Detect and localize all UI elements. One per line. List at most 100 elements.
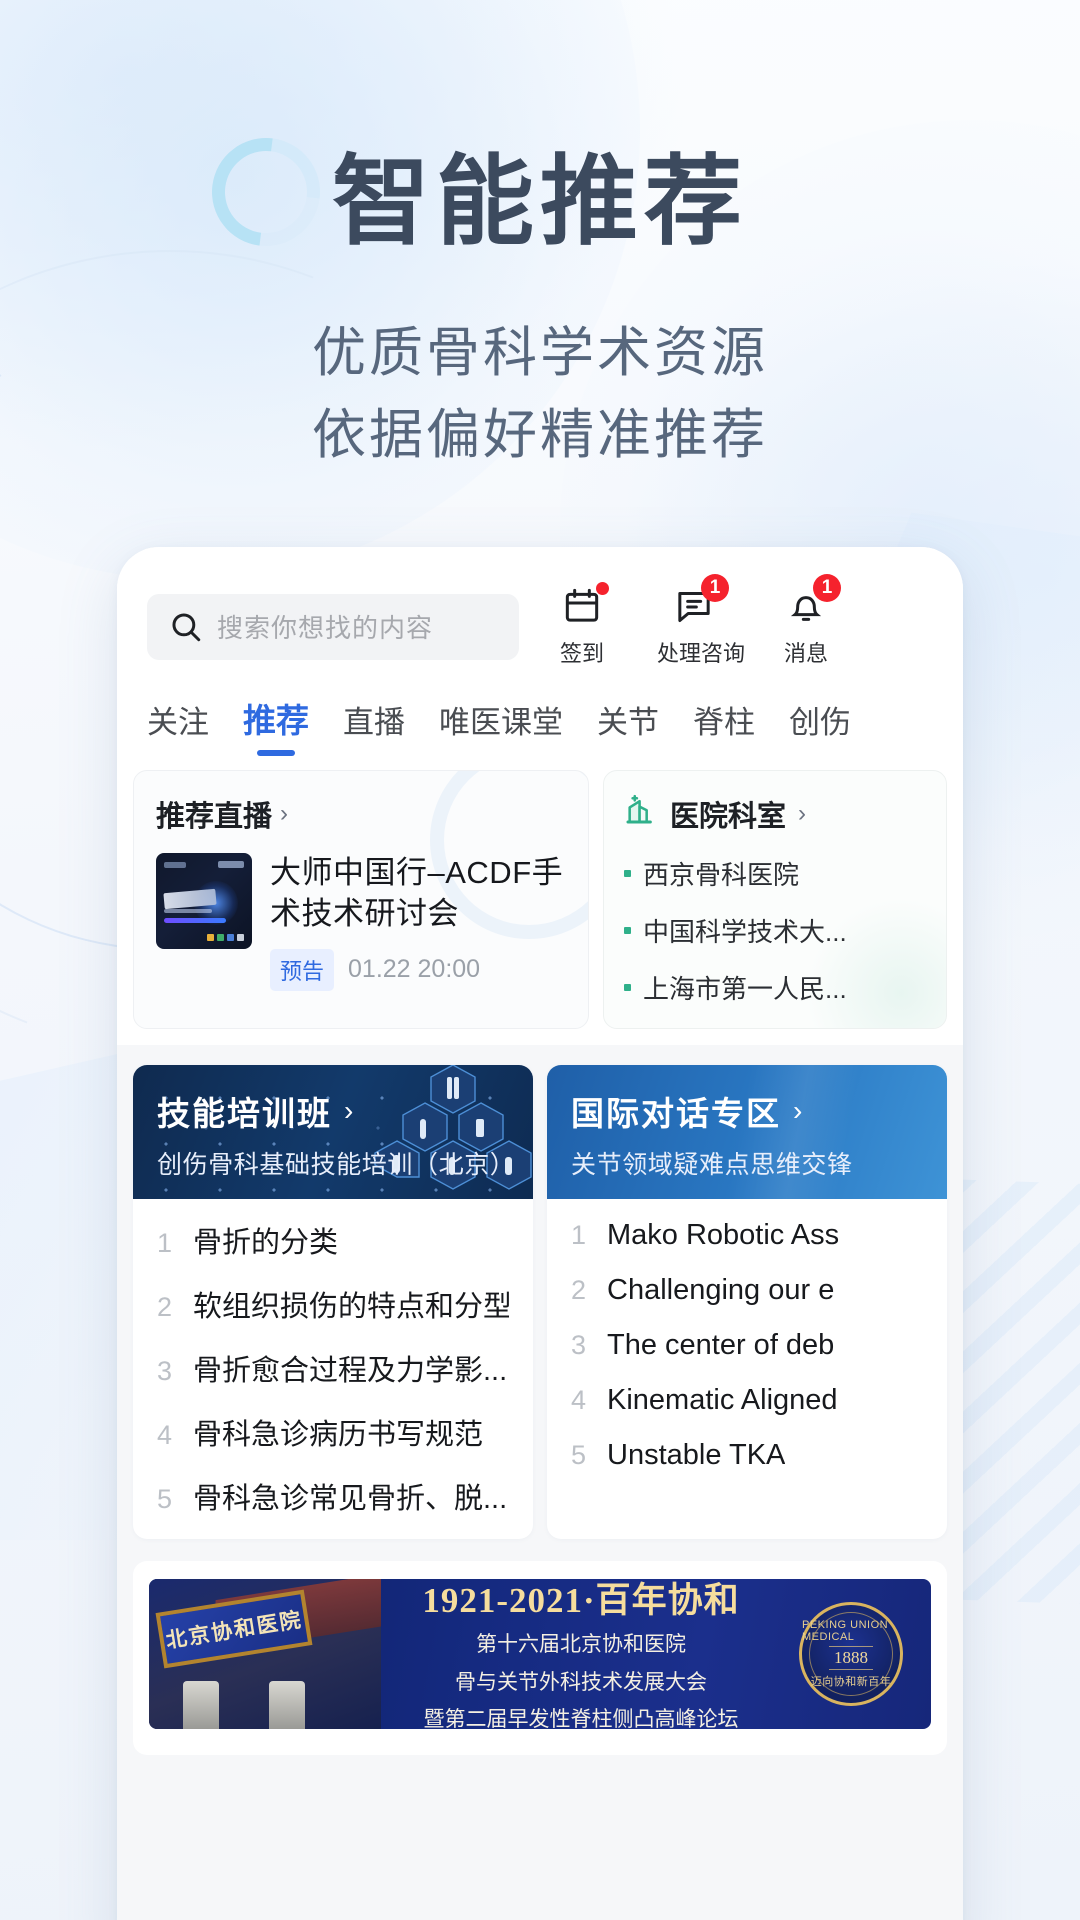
tab-classroom[interactable]: 唯医课堂 xyxy=(439,697,563,760)
conference-text-block: 1921-2021·百年协和 第十六届北京协和医院 骨与关节外科技术发展大会 暨… xyxy=(381,1579,781,1729)
list-item[interactable]: 3 The center of deb xyxy=(571,1329,923,1362)
tab-spine[interactable]: 脊柱 xyxy=(693,697,755,760)
item-number: 3 xyxy=(571,1330,587,1360)
live-thumbnail xyxy=(156,853,252,949)
thumb-logo-left xyxy=(164,862,186,868)
skills-training-banner[interactable]: 技能培训班 › 创伤骨科基础技能培训（北京） xyxy=(133,1065,533,1199)
messages-badge-count: 1 xyxy=(813,574,841,602)
course-cards-row: 技能培训班 › 创伤骨科基础技能培训（北京） 1 骨折的分类 2 软组织损伤的特… xyxy=(117,1045,963,1539)
thumb-accent-bar xyxy=(164,918,226,923)
hospital-icon xyxy=(624,793,658,835)
gate-pillar-right xyxy=(269,1681,305,1729)
skills-training-title: 技能培训班 › xyxy=(157,1087,533,1135)
consult-badge-count: 1 xyxy=(701,574,729,602)
conference-headline: 1921-2021·百年协和 xyxy=(422,1581,740,1621)
chevron-right-icon: › xyxy=(344,1095,356,1126)
item-title: Mako Robotic Ass xyxy=(607,1219,840,1251)
bullet-icon xyxy=(624,927,631,934)
list-item[interactable]: 4 Kinematic Aligned xyxy=(571,1384,923,1417)
live-text-block: 大师中国行–ACDF手术技术研讨会 预告 01.22 20:00 xyxy=(270,853,566,991)
item-number: 5 xyxy=(157,1484,173,1514)
checkin-button[interactable]: 签到 xyxy=(545,582,619,668)
international-dialogue-title-text: 国际对话专区 xyxy=(571,1095,781,1132)
bell-icon: 1 xyxy=(769,574,843,627)
international-dialogue-card[interactable]: 国际对话专区 › 关节领域疑难点思维交锋 1 Mako Robotic Ass … xyxy=(547,1065,947,1539)
item-title: 软组织损伤的特点和分型 xyxy=(193,1291,509,1323)
department-name: 中国科学技术大... xyxy=(643,917,847,947)
search-icon xyxy=(169,610,203,644)
department-name: 西京骨科医院 xyxy=(643,860,800,890)
skills-training-subtitle: 创伤骨科基础技能培训（北京） xyxy=(157,1151,516,1179)
recommended-live-card[interactable]: 推荐直播 › 大师中国行–ACDF手术技术研讨会 预告 01.22 20:00 xyxy=(133,770,589,1029)
promo-section: 北京协和医院 1921-2021·百年协和 第十六届北京协和医院 骨与关节外科技… xyxy=(117,1539,963,1755)
bullet-icon xyxy=(624,984,631,991)
international-dialogue-list: 1 Mako Robotic Ass 2 Challenging our e 3… xyxy=(547,1199,947,1494)
department-name: 上海市第一人民... xyxy=(643,974,847,1004)
hospital-department-list: 西京骨科医院 中国科学技术大... 上海市第一人民... xyxy=(624,855,926,1006)
hospital-department-card[interactable]: 医院科室 › 西京骨科医院 中国科学技术大... 上海市第一人民... xyxy=(603,770,947,1029)
item-title: Challenging our e xyxy=(607,1274,835,1306)
tab-joint[interactable]: 关节 xyxy=(597,697,659,760)
item-title: 骨科急诊常见骨折、脱... xyxy=(193,1483,508,1515)
hospital-plaque: 北京协和医院 xyxy=(155,1589,313,1669)
item-title: Kinematic Aligned xyxy=(607,1384,838,1416)
skills-training-card[interactable]: 技能培训班 › 创伤骨科基础技能培训（北京） 1 骨折的分类 2 软组织损伤的特… xyxy=(133,1065,533,1539)
hero-section: 智能推荐 优质骨科学术资源 依据偏好精准推荐 xyxy=(0,0,1080,476)
skills-training-title-text: 技能培训班 xyxy=(157,1095,332,1132)
international-dialogue-subtitle: 关节领域疑难点思维交锋 xyxy=(571,1151,853,1179)
consult-button[interactable]: 1 处理咨询 xyxy=(657,574,745,668)
item-number: 1 xyxy=(571,1220,587,1250)
live-time: 01.22 20:00 xyxy=(348,955,481,984)
hospital-department-title: 医院科室 xyxy=(670,801,787,833)
chevron-right-icon: › xyxy=(280,800,289,827)
international-dialogue-banner[interactable]: 国际对话专区 › 关节领域疑难点思维交锋 xyxy=(547,1065,947,1199)
tab-recommend[interactable]: 推荐 xyxy=(243,694,309,760)
consult-message-icon: 1 xyxy=(657,574,731,627)
list-item[interactable]: 5 骨科急诊常见骨折、脱... xyxy=(157,1475,509,1517)
list-item[interactable]: 中国科学技术大... xyxy=(624,912,926,949)
search-placeholder: 搜索你想找的内容 xyxy=(217,613,434,643)
item-title: 骨科急诊病历书写规范 xyxy=(193,1419,484,1451)
thumb-chips xyxy=(207,934,244,941)
search-input[interactable]: 搜索你想找的内容 xyxy=(147,593,519,660)
tab-live[interactable]: 直播 xyxy=(343,697,405,760)
conference-line-1: 第十六届北京协和医院 xyxy=(476,1633,686,1657)
list-item[interactable]: 2 软组织损伤的特点和分型 xyxy=(157,1283,509,1325)
list-item[interactable]: 3 骨折愈合过程及力学影... xyxy=(157,1347,509,1389)
live-title: 大师中国行–ACDF手术技术研讨会 xyxy=(270,855,564,931)
gate-pillar-left xyxy=(183,1681,219,1729)
messages-button[interactable]: 1 消息 xyxy=(769,574,843,668)
tab-trauma[interactable]: 创伤 xyxy=(789,697,851,760)
recommended-live-heading: 推荐直播 › xyxy=(156,793,566,835)
hospital-gate-image: 北京协和医院 xyxy=(149,1579,381,1729)
promo-card[interactable]: 北京协和医院 1921-2021·百年协和 第十六届北京协和医院 骨与关节外科技… xyxy=(133,1561,947,1755)
hero-title: 智能推荐 xyxy=(331,146,748,256)
list-item[interactable]: 1 Mako Robotic Ass xyxy=(571,1219,923,1252)
app-screen: 搜索你想找的内容 签到 1 处理咨询 1 消息 关注 推荐 直播 唯医课堂 关节… xyxy=(117,547,963,1920)
seal-inner-ring xyxy=(809,1612,893,1696)
item-title: 骨折的分类 xyxy=(193,1227,339,1259)
messages-label: 消息 xyxy=(783,641,828,666)
calendar-check-icon xyxy=(545,582,619,627)
tab-follow[interactable]: 关注 xyxy=(147,697,209,760)
item-number: 2 xyxy=(571,1275,587,1305)
hero-subtitle-line-1: 优质骨科学术资源 xyxy=(312,322,768,383)
item-number: 1 xyxy=(157,1228,173,1258)
item-title: The center of deb xyxy=(607,1329,835,1361)
list-item[interactable]: 4 骨科急诊病历书写规范 xyxy=(157,1411,509,1453)
checkin-badge-dot xyxy=(596,582,609,595)
item-number: 4 xyxy=(571,1385,587,1415)
item-number: 3 xyxy=(157,1356,173,1386)
hero-subtitle: 优质骨科学术资源 依据偏好精准推荐 xyxy=(0,312,1080,476)
conference-banner[interactable]: 北京协和医院 1921-2021·百年协和 第十六届北京协和医院 骨与关节外科技… xyxy=(149,1579,931,1729)
list-item[interactable]: 西京骨科医院 xyxy=(624,855,926,892)
list-item[interactable]: 2 Challenging our e xyxy=(571,1274,923,1307)
conference-line-3: 暨第二届早发性脊柱侧凸高峰论坛 xyxy=(423,1708,739,1729)
live-entry[interactable]: 大师中国行–ACDF手术技术研讨会 预告 01.22 20:00 xyxy=(156,853,566,991)
bullet-icon xyxy=(624,870,631,877)
list-item[interactable]: 上海市第一人民... xyxy=(624,969,926,1006)
international-dialogue-title: 国际对话专区 › xyxy=(571,1087,947,1135)
status-badge: 预告 xyxy=(270,948,335,991)
list-item[interactable]: 5 Unstable TKA xyxy=(571,1439,923,1472)
list-item[interactable]: 1 骨折的分类 xyxy=(157,1219,509,1261)
